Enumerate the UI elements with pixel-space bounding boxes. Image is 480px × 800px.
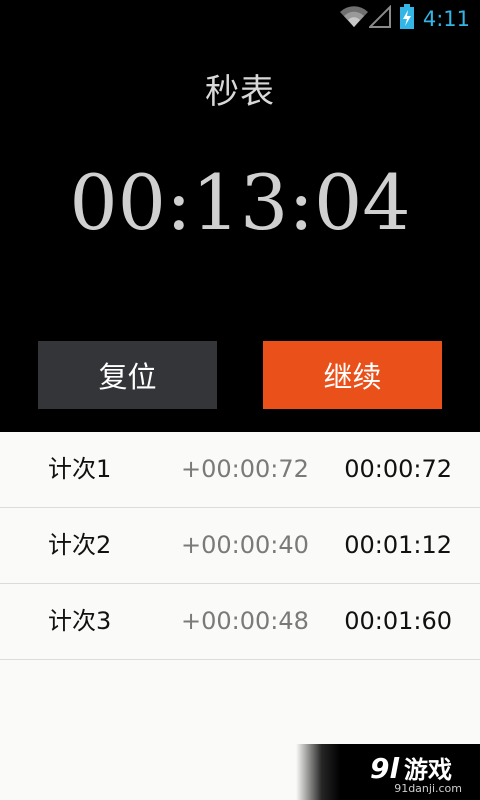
lap-label: 计次1	[48, 455, 112, 483]
lap-total: 00:01:12	[344, 531, 452, 559]
lap-delta: +00:00:48	[181, 607, 309, 635]
page-title: 秒表	[205, 72, 275, 112]
continue-button[interactable]: 继续	[263, 341, 442, 409]
lap-row: 计次2 +00:00:40 00:01:12	[0, 508, 480, 584]
watermark: 9l 游戏 91danji.com	[296, 744, 480, 800]
lap-total: 00:01:60	[344, 607, 452, 635]
lap-row: 计次3 +00:00:48 00:01:60	[0, 584, 480, 660]
status-bar: 4:11	[0, 0, 480, 38]
svg-text:9l: 9l	[370, 752, 399, 785]
91youxi-logo-icon: 9l 游戏	[370, 748, 466, 786]
elapsed-time-display: 00:13:04	[69, 158, 411, 247]
lap-row: 计次1 +00:00:72 00:00:72	[0, 432, 480, 508]
lap-delta: +00:00:72	[181, 455, 309, 483]
reset-button[interactable]: 复位	[38, 341, 217, 409]
svg-text:游戏: 游戏	[404, 756, 452, 784]
wifi-icon	[339, 5, 369, 33]
status-time: 4:11	[422, 7, 470, 31]
lap-total: 00:00:72	[344, 455, 452, 483]
lap-label: 计次2	[48, 531, 112, 559]
lap-delta: +00:00:40	[181, 531, 309, 559]
watermark-url: 91danji.com	[394, 782, 462, 795]
lap-label: 计次3	[48, 607, 112, 635]
battery-charging-icon	[399, 4, 415, 34]
signal-icon	[367, 4, 391, 33]
